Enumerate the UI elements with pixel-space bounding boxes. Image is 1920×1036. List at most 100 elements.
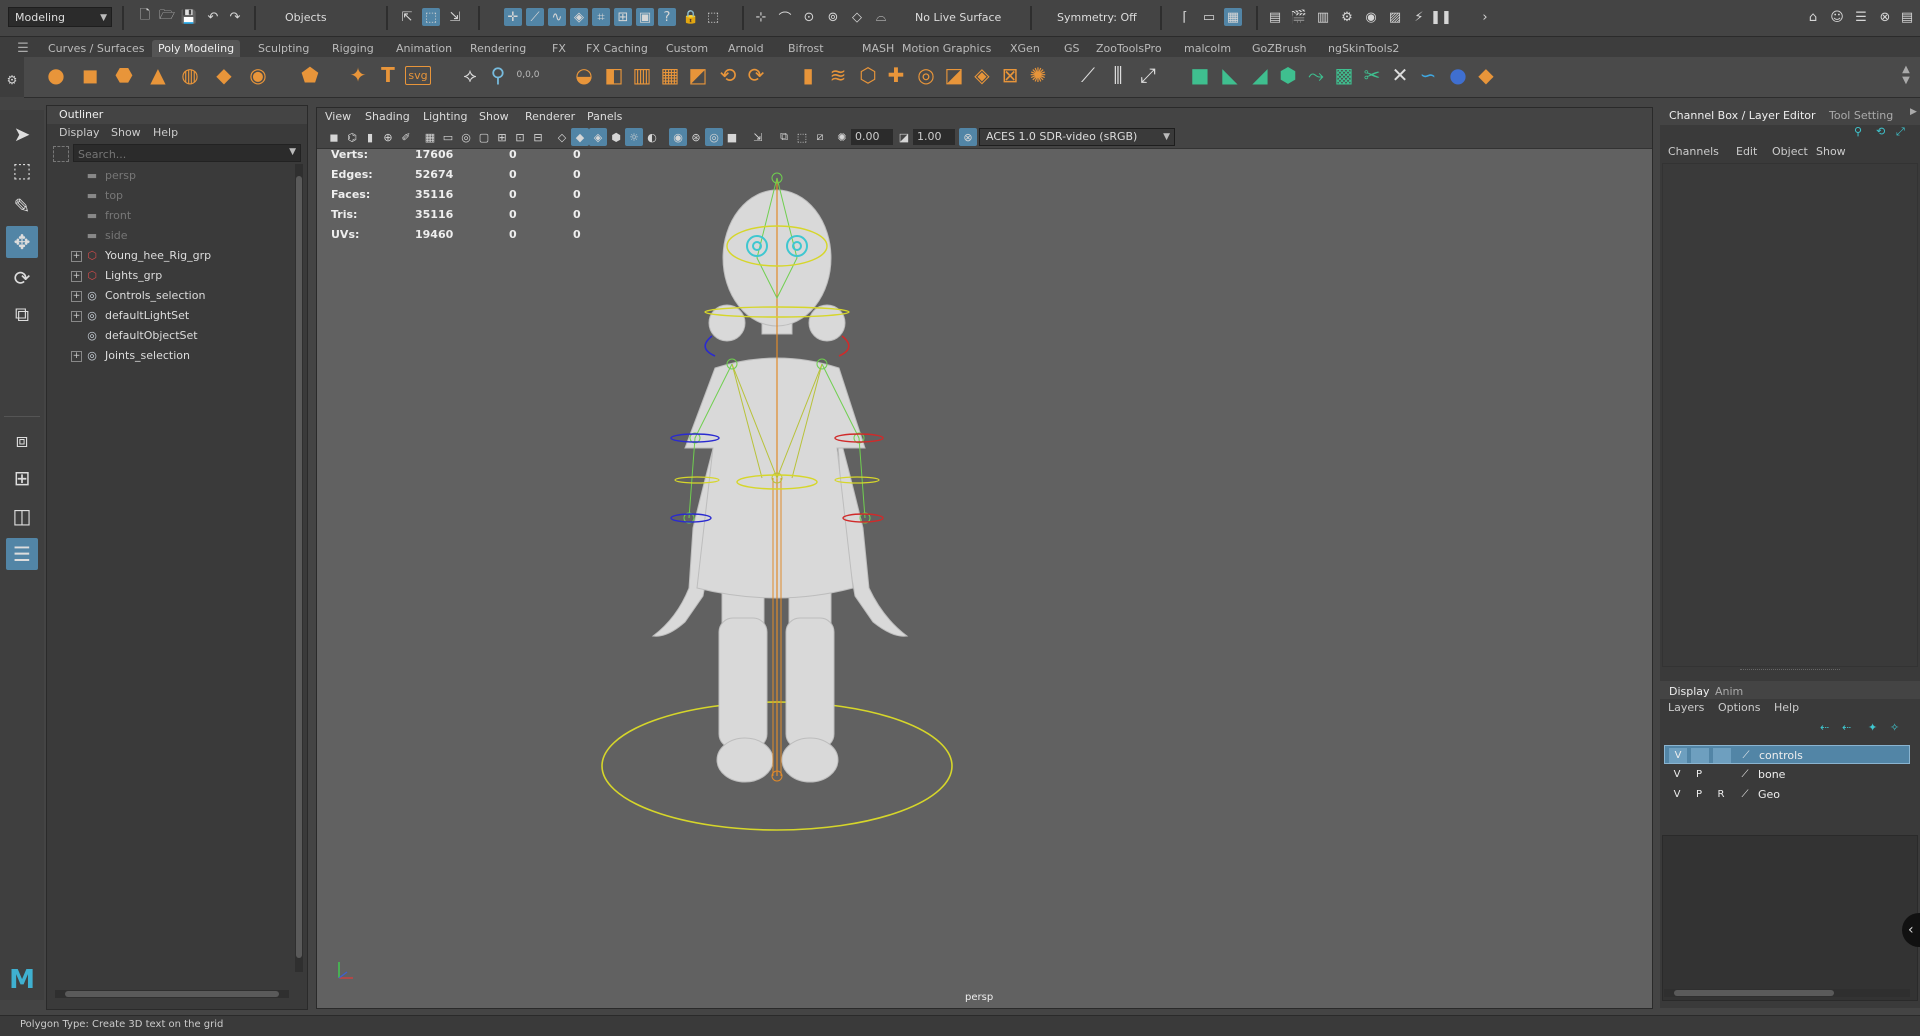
assign-material-icon[interactable]: ◆ bbox=[1472, 61, 1500, 89]
select-object-icon[interactable]: ⬚ bbox=[422, 8, 440, 26]
menuset-dropdown[interactable]: Modeling ▼ bbox=[8, 7, 112, 27]
single-view-icon[interactable]: ⧈ bbox=[6, 424, 38, 456]
select-tool-icon[interactable]: ➤ bbox=[6, 118, 38, 150]
outliner-item[interactable]: + ⬡ Lights_grp bbox=[47, 266, 297, 286]
arnold-render-icon[interactable]: ▨ bbox=[1386, 8, 1404, 26]
lock-icon[interactable]: 🔒 bbox=[682, 8, 700, 26]
outliner-hscroll-thumb[interactable] bbox=[65, 991, 279, 997]
render-view-icon[interactable]: ▤ bbox=[1266, 8, 1284, 26]
xray-icon[interactable]: ◉ bbox=[669, 128, 687, 146]
layer-row[interactable]: V ⟋ controls bbox=[1664, 745, 1910, 764]
make-live-icon[interactable]: ⌓ bbox=[872, 8, 890, 26]
select-hierarchy-icon[interactable]: ⇱ bbox=[398, 8, 416, 26]
gate-mask-icon[interactable]: ▢ bbox=[475, 128, 493, 146]
scene-view[interactable] bbox=[317, 148, 1652, 1008]
layer-hscrollbar[interactable] bbox=[1664, 989, 1910, 997]
move-layer-down-icon[interactable]: ⇠ bbox=[1842, 721, 1851, 734]
fill-hole-icon[interactable]: ⬡ bbox=[854, 61, 882, 89]
layer-menu-layers[interactable]: Layers bbox=[1668, 701, 1704, 714]
layer-row[interactable]: V P R ⟋ Geo bbox=[1664, 785, 1910, 804]
safe-action-icon[interactable]: ⊡ bbox=[511, 128, 529, 146]
backface-icon[interactable]: ■ bbox=[723, 128, 741, 146]
film-gate-icon[interactable]: ▭ bbox=[439, 128, 457, 146]
shadows-icon[interactable]: ◐ bbox=[643, 128, 661, 146]
live-surface-field[interactable]: No Live Surface bbox=[908, 7, 1020, 27]
planar-map-icon[interactable]: ◣ bbox=[1216, 61, 1244, 89]
outliner-item[interactable]: + ◎ Joints_selection bbox=[47, 346, 297, 366]
use-all-lights-icon[interactable]: ☼ bbox=[625, 128, 643, 146]
field-chart-icon[interactable]: ⊞ bbox=[493, 128, 511, 146]
modeling-toolkit-icon[interactable]: ⌂ bbox=[1804, 8, 1822, 26]
two-d-pan-icon[interactable]: ✐ bbox=[397, 128, 415, 146]
rotate-tool-icon[interactable]: ⟳ bbox=[6, 262, 38, 294]
new-layer-icon[interactable]: ✦ bbox=[1868, 721, 1877, 734]
extract-icon[interactable]: ▥ bbox=[628, 61, 656, 89]
shelf-tab[interactable]: Rigging bbox=[326, 40, 380, 57]
vp-menu-show[interactable]: Show bbox=[479, 110, 509, 123]
select-surfaces-icon[interactable]: ◈ bbox=[570, 8, 588, 26]
shelf-tab[interactable]: malcolm bbox=[1178, 40, 1237, 57]
render-frame-icon[interactable]: 🎬 bbox=[1290, 8, 1308, 26]
shelf-tab[interactable]: Curves / Surfaces bbox=[42, 40, 151, 57]
resolution-gate-icon[interactable]: ◎ bbox=[457, 128, 475, 146]
exposure-field[interactable]: 0.00 bbox=[851, 129, 893, 145]
xray-joints-icon[interactable]: ⊛ bbox=[687, 128, 705, 146]
shelf-tab[interactable]: Motion Graphics bbox=[896, 40, 997, 57]
select-misc-icon[interactable]: ? bbox=[658, 8, 676, 26]
construction-history-icon[interactable]: ⌈ bbox=[1176, 8, 1194, 26]
outliner-item[interactable]: + ◎ defaultLightSet bbox=[47, 306, 297, 326]
xray-active-icon[interactable]: ◎ bbox=[705, 128, 723, 146]
snap-point-icon[interactable]: ⊙ bbox=[800, 8, 818, 26]
camera-select-icon[interactable]: ◼ bbox=[325, 128, 343, 146]
viewport-panel[interactable]: View Shading Lighting Show Renderer Pane… bbox=[316, 107, 1653, 1009]
channel-box-speed-icon[interactable]: ⤢ bbox=[1896, 125, 1905, 139]
new-scene-icon[interactable]: 🗋 bbox=[136, 8, 154, 26]
character-controls-icon[interactable]: ☺ bbox=[1828, 8, 1846, 26]
shelf-tab[interactable]: XGen bbox=[1004, 40, 1046, 57]
expand-icon[interactable]: + bbox=[71, 311, 82, 322]
shelf-tab[interactable]: Arnold bbox=[722, 40, 770, 57]
cb-menu-channels[interactable]: Channels bbox=[1668, 145, 1719, 158]
snap-curve-icon[interactable]: ⌒ bbox=[776, 8, 794, 27]
shelf-tab[interactable]: Rendering bbox=[464, 40, 532, 57]
symmetry-dropdown[interactable]: Symmetry: Off bbox=[1050, 7, 1150, 27]
isolate-select-icon[interactable]: ⇲ bbox=[749, 128, 767, 146]
automatic-map-icon[interactable]: ⬢ bbox=[1274, 61, 1302, 89]
save-scene-icon[interactable]: 💾 bbox=[180, 8, 198, 26]
unfold-icon[interactable]: ⤳ bbox=[1302, 61, 1330, 89]
grid-position-icon[interactable]: 0,0,0 bbox=[514, 61, 542, 89]
cylindrical-map-icon[interactable]: ◢ bbox=[1246, 61, 1274, 89]
render-settings-icon[interactable]: ⚙ bbox=[1338, 8, 1356, 26]
cb-menu-object[interactable]: Object bbox=[1772, 145, 1808, 158]
input-output-icon[interactable]: ▭ bbox=[1200, 8, 1218, 26]
texture-icon[interactable]: ∽ bbox=[1414, 61, 1442, 89]
shelf-tab[interactable]: Sculpting bbox=[252, 40, 315, 57]
poly-plane-icon[interactable]: ◆ bbox=[210, 61, 238, 89]
multi-cut-icon[interactable]: ✚ bbox=[882, 61, 910, 89]
poly-cylinder-icon[interactable]: ⬣ bbox=[110, 61, 138, 89]
rig-controls[interactable] bbox=[670, 172, 884, 782]
camera-attributes-icon[interactable]: ⌬ bbox=[343, 128, 361, 146]
vp-menu-shading[interactable]: Shading bbox=[365, 110, 410, 123]
layer-p-toggle[interactable]: P bbox=[1690, 767, 1708, 782]
tab-channel-box[interactable]: Channel Box / Layer Editor bbox=[1664, 107, 1821, 125]
cb-menu-edit[interactable]: Edit bbox=[1736, 145, 1757, 158]
smooth-shade-icon[interactable]: ◆ bbox=[571, 128, 589, 146]
combine-icon[interactable]: ◒ bbox=[570, 61, 598, 89]
hypershade-icon[interactable]: ◉ bbox=[1362, 8, 1380, 26]
outliner-menu-display[interactable]: Display bbox=[59, 126, 100, 139]
outliner-filter-icon[interactable] bbox=[53, 146, 69, 162]
expand-icon[interactable]: + bbox=[71, 271, 82, 282]
select-joints-icon[interactable]: ⟋ bbox=[526, 8, 544, 26]
layer-v-toggle[interactable]: V bbox=[1668, 767, 1686, 782]
sew-uv-icon[interactable]: ✕ bbox=[1386, 61, 1414, 89]
outliner-vscroll-thumb[interactable] bbox=[296, 176, 302, 958]
vp-menu-panels[interactable]: Panels bbox=[587, 110, 622, 123]
outliner-search-input[interactable] bbox=[76, 145, 280, 163]
shelf-tab[interactable]: Poly Modeling bbox=[152, 40, 241, 57]
layer-r-toggle[interactable] bbox=[1713, 748, 1731, 763]
scale-tool-icon[interactable]: ⧉ bbox=[6, 298, 38, 330]
layer-menu-options[interactable]: Options bbox=[1718, 701, 1760, 714]
snap-grid-icon[interactable]: ⊹ bbox=[752, 8, 770, 26]
append-polygon-icon[interactable]: ⚲ bbox=[484, 61, 512, 89]
